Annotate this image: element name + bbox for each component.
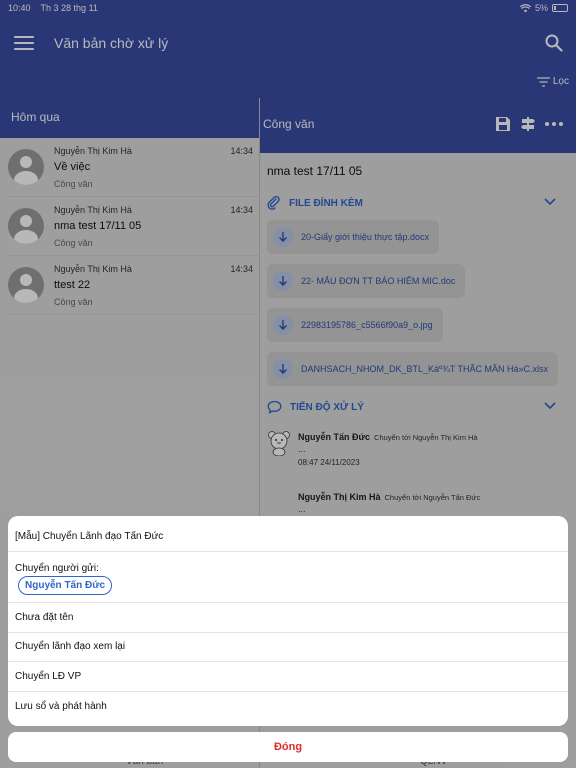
option-unnamed[interactable]: Chưa đặt tên (8, 603, 568, 633)
option-label: Chuyển người gửi: (15, 563, 99, 574)
option-leader-review[interactable]: Chuyển lãnh đạo xem lại (8, 633, 568, 662)
close-button[interactable]: Đóng (8, 732, 568, 762)
option-forward-sender: Chuyển người gửi: Nguyễn Tấn Đức (8, 552, 568, 603)
close-label: Đóng (273, 741, 303, 753)
option-label: Chuyển lãnh đạo xem lại (15, 641, 126, 653)
option-template-leader[interactable]: [Mẫu] Chuyển Lãnh đạo Tấn Đức (8, 516, 568, 552)
option-label: [Mẫu] Chuyển Lãnh đạo Tấn Đức (15, 531, 164, 542)
option-ld-vp[interactable]: Chuyển LĐ VP (8, 662, 568, 692)
option-label: Chưa đặt tên (15, 611, 74, 623)
action-sheet: [Mẫu] Chuyển Lãnh đạo Tấn Đức Chuyển ngư… (8, 516, 568, 726)
option-label: Lưu sổ và phát hành (15, 700, 107, 712)
option-archive-publish[interactable]: Lưu sổ và phát hành (8, 692, 568, 722)
sender-chip[interactable]: Nguyễn Tấn Đức (18, 576, 113, 595)
option-label: Chuyển LĐ VP (15, 670, 82, 682)
